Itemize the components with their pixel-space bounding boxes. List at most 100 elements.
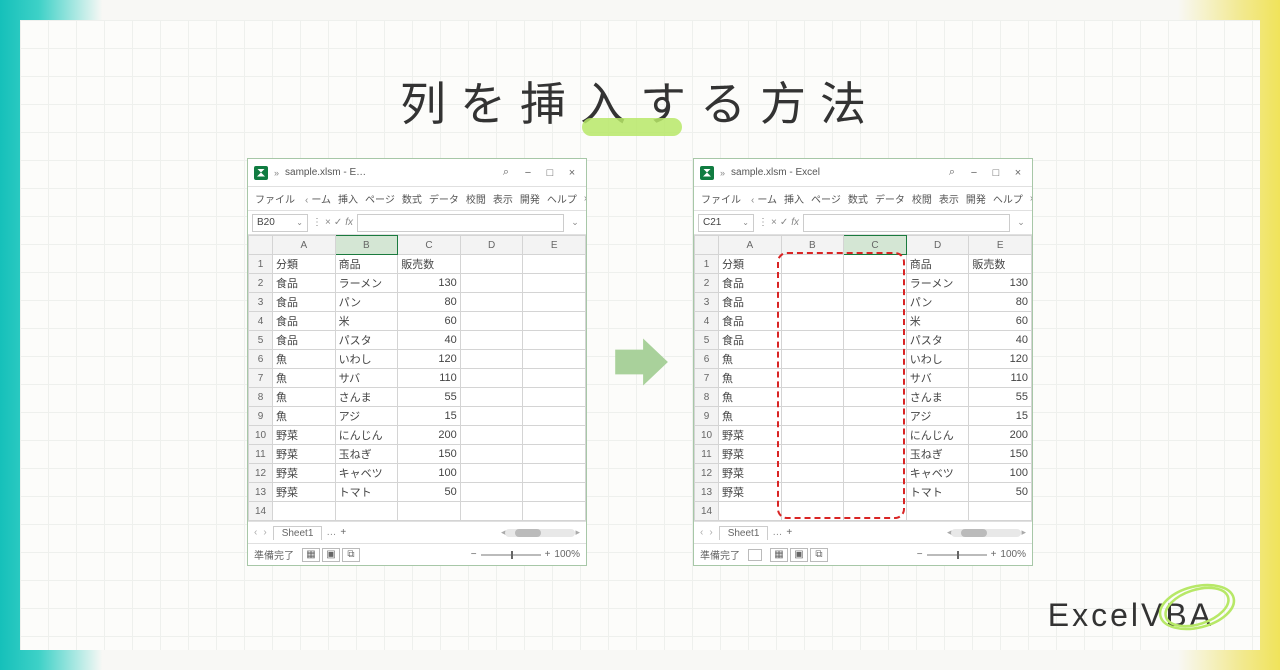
cell[interactable]: 野菜 [719, 426, 782, 445]
cell[interactable]: 野菜 [273, 483, 336, 502]
cell[interactable]: 野菜 [719, 445, 782, 464]
ribbon-tab[interactable]: ‹ーム [299, 189, 334, 208]
cell[interactable] [523, 426, 586, 445]
cell[interactable] [781, 388, 844, 407]
cell[interactable]: 50 [969, 483, 1032, 502]
hscroll-right-icon[interactable]: ▸ [575, 527, 580, 538]
cell[interactable]: サバ [335, 369, 398, 388]
cell[interactable] [906, 502, 969, 521]
close-button[interactable]: × [564, 167, 580, 179]
cell[interactable] [460, 502, 523, 521]
formula-bar[interactable] [803, 214, 1010, 232]
cell[interactable] [460, 331, 523, 350]
cell[interactable]: 野菜 [273, 445, 336, 464]
ribbon-tab[interactable]: 挿入 [335, 189, 361, 208]
cell[interactable]: トマト [335, 483, 398, 502]
cell[interactable]: 分類 [719, 255, 782, 274]
cell[interactable]: 食品 [273, 274, 336, 293]
cell[interactable] [335, 502, 398, 521]
cell[interactable]: 15 [969, 407, 1032, 426]
cell[interactable] [844, 388, 907, 407]
maximize-button[interactable]: □ [988, 167, 1004, 179]
cell[interactable] [781, 502, 844, 521]
row-header[interactable]: 4 [249, 312, 273, 331]
row-header[interactable]: 3 [695, 293, 719, 312]
quick-access-icon[interactable]: » [274, 168, 279, 178]
cell[interactable]: 食品 [719, 312, 782, 331]
row-header[interactable]: 12 [695, 464, 719, 483]
search-icon[interactable]: ⌕ [944, 166, 960, 179]
tab-menu-icon[interactable]: … [772, 527, 782, 538]
view-normal-icon[interactable]: ▦ [302, 548, 320, 562]
cell[interactable] [844, 350, 907, 369]
cell[interactable]: 魚 [273, 407, 336, 426]
cell[interactable]: 米 [906, 312, 969, 331]
cell[interactable] [781, 312, 844, 331]
cell[interactable]: キャベツ [906, 464, 969, 483]
row-header[interactable]: 4 [695, 312, 719, 331]
cell[interactable]: 食品 [273, 312, 336, 331]
zoom-slider[interactable] [481, 554, 541, 556]
search-icon[interactable]: ⌕ [498, 166, 514, 179]
zoom-in-button[interactable]: + [991, 549, 997, 560]
tab-nav-right[interactable]: › [709, 527, 712, 538]
view-pagelayout-icon[interactable]: ▣ [322, 548, 340, 562]
cell[interactable] [781, 274, 844, 293]
col-header[interactable]: A [719, 236, 782, 255]
cell[interactable]: 魚 [273, 369, 336, 388]
cell[interactable] [460, 464, 523, 483]
cell[interactable]: 魚 [719, 407, 782, 426]
view-pagelayout-icon[interactable]: ▣ [790, 548, 808, 562]
cell[interactable]: パン [335, 293, 398, 312]
cell[interactable]: 110 [969, 369, 1032, 388]
row-header[interactable]: 11 [249, 445, 273, 464]
close-button[interactable]: × [1010, 167, 1026, 179]
view-pagebreak-icon[interactable]: ⧉ [810, 548, 828, 562]
cell[interactable]: 野菜 [719, 483, 782, 502]
cell[interactable] [460, 312, 523, 331]
ribbon-tab[interactable]: 校閲 [463, 189, 489, 208]
tab-menu-icon[interactable]: … [326, 527, 336, 538]
cell[interactable]: サバ [906, 369, 969, 388]
fx-buttons[interactable]: ⋮×✓fx [312, 217, 353, 228]
cell[interactable]: パスタ [335, 331, 398, 350]
col-header[interactable]: A [273, 236, 336, 255]
ribbon-tab[interactable]: 挿入 [781, 189, 807, 208]
tab-nav-right[interactable]: › [263, 527, 266, 538]
cell[interactable]: 120 [398, 350, 461, 369]
cell[interactable]: 130 [969, 274, 1032, 293]
cell[interactable]: 米 [335, 312, 398, 331]
cell[interactable] [781, 445, 844, 464]
quick-access-icon[interactable]: » [720, 168, 725, 178]
tab-nav-left[interactable]: ‹ [700, 527, 703, 538]
macro-icon[interactable] [748, 549, 762, 561]
zoom-level[interactable]: 100% [1000, 549, 1026, 560]
cell[interactable] [844, 483, 907, 502]
cell[interactable]: パン [906, 293, 969, 312]
cell[interactable] [523, 331, 586, 350]
cell[interactable]: 食品 [719, 331, 782, 350]
zoom-slider[interactable] [927, 554, 987, 556]
cell[interactable]: 商品 [335, 255, 398, 274]
view-normal-icon[interactable]: ▦ [770, 548, 788, 562]
ribbon-tab[interactable]: ページ [362, 189, 398, 208]
cell[interactable] [460, 255, 523, 274]
cell[interactable]: 野菜 [273, 426, 336, 445]
cell[interactable]: 販売数 [969, 255, 1032, 274]
cell[interactable]: 130 [398, 274, 461, 293]
cell[interactable] [523, 350, 586, 369]
row-header[interactable]: 6 [695, 350, 719, 369]
cell[interactable] [523, 255, 586, 274]
cell[interactable]: パスタ [906, 331, 969, 350]
col-header[interactable]: E [969, 236, 1032, 255]
col-header[interactable]: B [781, 236, 844, 255]
row-header[interactable]: 2 [249, 274, 273, 293]
cell[interactable] [460, 350, 523, 369]
cell[interactable]: 60 [398, 312, 461, 331]
sheet-tab[interactable]: Sheet1 [719, 526, 769, 540]
ribbon-tab[interactable]: 表示 [936, 189, 962, 208]
cell[interactable] [523, 293, 586, 312]
cell[interactable] [523, 464, 586, 483]
cell[interactable]: 40 [969, 331, 1032, 350]
zoom-out-button[interactable]: − [471, 549, 477, 560]
